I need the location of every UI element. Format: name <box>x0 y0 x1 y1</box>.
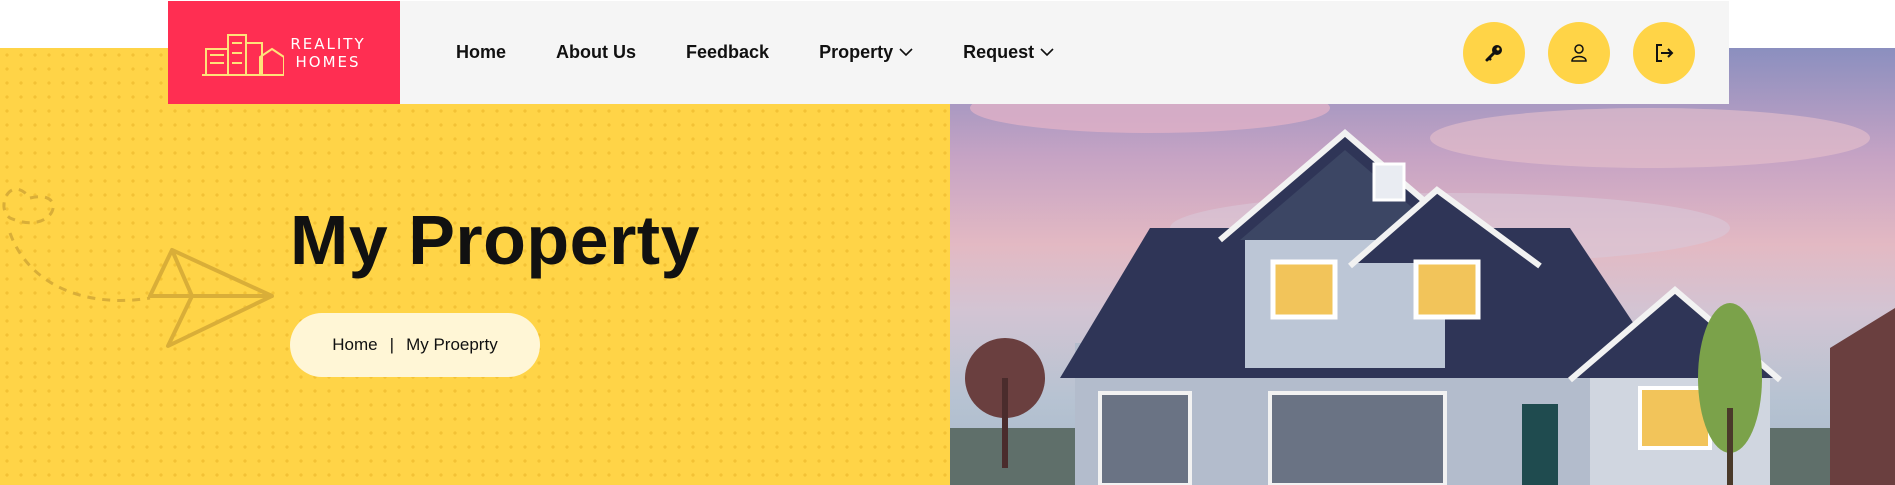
nav-feedback-label: Feedback <box>686 42 770 62</box>
key-button[interactable] <box>1463 22 1525 84</box>
house-photo <box>950 48 1895 485</box>
page-title: My Property <box>290 201 701 279</box>
header-actions <box>1440 22 1695 84</box>
profile-button[interactable] <box>1548 22 1610 84</box>
main-nav: Home About Us Feedback Property Request <box>456 1 1104 104</box>
brand-logo[interactable]: REALITY HOMES <box>168 1 400 104</box>
nav-request[interactable]: Request <box>963 42 1054 63</box>
logout-icon <box>1656 44 1674 62</box>
logout-button[interactable] <box>1633 22 1695 84</box>
user-icon <box>1571 44 1587 62</box>
nav-request-label: Request <box>963 42 1035 62</box>
nav-about-us[interactable]: About Us <box>556 42 636 63</box>
buildings-logo-icon <box>202 33 285 76</box>
breadcrumb: Home | My Proeprty <box>290 313 540 377</box>
breadcrumb-current: My Proeprty <box>406 335 498 354</box>
logo-line-2: HOMES <box>295 52 361 71</box>
chevron-down-icon <box>899 48 913 57</box>
nav-property-label: Property <box>819 42 894 62</box>
nav-home-label: Home <box>456 42 507 62</box>
chevron-down-icon <box>1040 48 1054 57</box>
nav-property[interactable]: Property <box>819 42 913 63</box>
breadcrumb-separator: | <box>389 335 395 354</box>
nav-about-us-label: About Us <box>556 42 637 62</box>
paper-plane-doodle <box>2 187 274 348</box>
logo-line-1: REALITY <box>290 34 366 53</box>
nav-feedback[interactable]: Feedback <box>686 42 769 63</box>
top-header: REALITY HOMES Home About Us Feedback Pro… <box>168 1 1729 104</box>
breadcrumb-home-link[interactable]: Home <box>332 335 377 355</box>
key-icon <box>1485 45 1502 62</box>
nav-home[interactable]: Home <box>456 42 506 63</box>
